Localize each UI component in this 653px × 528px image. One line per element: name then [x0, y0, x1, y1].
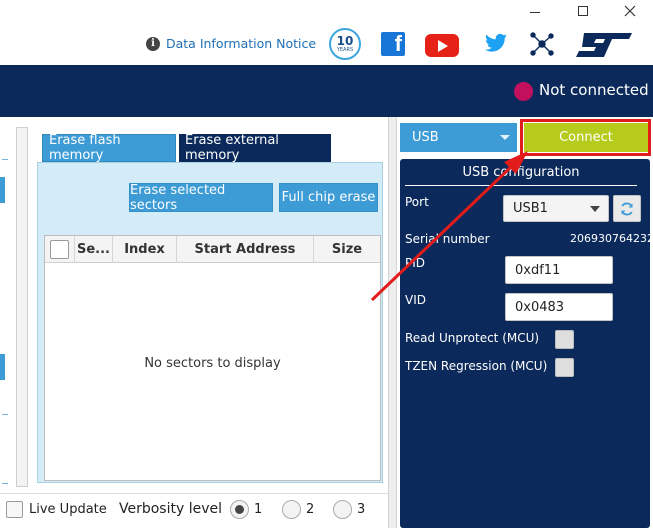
live-update-checkbox[interactable] — [6, 501, 23, 518]
serial-number-label: Serial number — [405, 232, 490, 246]
maximize-button[interactable] — [560, 0, 606, 22]
usb-configuration-title: USB configuration — [405, 164, 637, 186]
refresh-port-button[interactable] — [613, 195, 641, 222]
badge-sub: YEARS — [336, 47, 354, 53]
connection-status-bar: Not connected — [0, 65, 653, 117]
select-all-checkbox[interactable] — [50, 240, 69, 259]
column-header-index[interactable]: Index — [113, 236, 177, 263]
close-button[interactable] — [607, 0, 653, 22]
data-information-notice-link[interactable]: i Data Information Notice — [146, 36, 316, 51]
interface-select-value: USB — [412, 130, 439, 145]
empty-table-message: No sectors to display — [144, 356, 281, 371]
twitter-icon[interactable] — [484, 33, 508, 55]
verbosity-level-label: Verbosity level — [119, 501, 223, 517]
tzen-regression-checkbox[interactable] — [555, 358, 574, 377]
verbosity-radio-1-label: 1 — [254, 502, 263, 517]
community-network-icon[interactable] — [529, 31, 555, 57]
top-toolbar: i Data Information Notice 10 YEARS f — [0, 24, 653, 65]
tzen-regression-label: TZEN Regression (MCU) — [405, 359, 548, 373]
read-unprotect-checkbox[interactable] — [555, 330, 574, 349]
verbosity-radio-1[interactable] — [230, 500, 249, 519]
pid-input[interactable]: 0xdf11 — [505, 256, 613, 284]
minimize-icon — [530, 11, 540, 13]
connection-settings-panel: USB Connect USB configuration Port USB1 … — [397, 117, 653, 528]
verbosity-radio-3[interactable] — [333, 500, 352, 519]
log-options-bar: Live Update Verbosity level 1 2 3 — [0, 493, 388, 528]
vid-input[interactable]: 0x0483 — [505, 293, 613, 321]
chevron-down-icon — [590, 206, 600, 212]
tab-erase-flash-memory[interactable]: Erase flash memory — [42, 133, 176, 163]
chevron-down-icon — [500, 135, 510, 140]
connection-status-text: Not connected — [539, 81, 649, 99]
erase-content-area: Erase selected sectors Full chip erase S… — [37, 162, 383, 483]
erase-selected-sectors-button[interactable]: Erase selected sectors — [129, 183, 273, 213]
youtube-icon[interactable] — [425, 34, 459, 57]
badge-number: 10 — [336, 34, 354, 48]
close-icon — [624, 5, 636, 17]
left-scrollbar[interactable] — [16, 127, 28, 487]
serial-number-value: 206930764232 — [570, 232, 653, 245]
connect-button-highlight — [520, 119, 651, 156]
verbosity-radio-3-label: 3 — [357, 502, 366, 517]
st-logo-icon — [576, 33, 632, 57]
info-notice-label: Data Information Notice — [166, 36, 317, 51]
info-icon: i — [146, 36, 160, 51]
select-all-column — [45, 236, 75, 263]
left-strip-tick — [2, 159, 8, 160]
facebook-icon[interactable]: f — [381, 32, 405, 56]
port-label: Port — [405, 195, 429, 209]
full-chip-erase-button[interactable]: Full chip erase — [279, 183, 378, 212]
sectors-table: Se... Index Start Address Size No sector… — [44, 235, 381, 481]
left-strip-button-bottom[interactable] — [0, 354, 5, 380]
left-strip-tick — [2, 483, 8, 484]
erase-panel: Erase flash memory Erase external memory… — [34, 117, 388, 493]
live-update-label: Live Update — [29, 502, 107, 517]
maximize-icon — [578, 6, 588, 16]
sectors-table-header: Se... Index Start Address Size — [45, 236, 380, 263]
port-select-value: USB1 — [513, 201, 548, 216]
port-select[interactable]: USB1 — [503, 195, 609, 222]
usb-configuration-panel: USB configuration Port USB1 Serial numbe… — [400, 159, 653, 528]
refresh-icon — [621, 202, 633, 215]
left-strip-button-top[interactable] — [0, 177, 5, 203]
verbosity-radio-2[interactable] — [282, 500, 301, 519]
left-strip-tick — [2, 414, 8, 415]
title-bar — [0, 0, 653, 24]
panel-splitter[interactable] — [388, 117, 397, 528]
left-side-strip — [0, 117, 34, 528]
interface-select[interactable]: USB — [400, 123, 517, 152]
connection-status-dot — [514, 82, 533, 101]
vid-label: VID — [405, 293, 426, 307]
column-header-size[interactable]: Size — [314, 236, 380, 263]
tab-erase-external-memory[interactable]: Erase external memory — [179, 133, 331, 163]
verbosity-radio-2-label: 2 — [306, 502, 315, 517]
facebook-glyph: f — [394, 31, 402, 56]
read-unprotect-label: Read Unprotect (MCU) — [405, 331, 540, 345]
youtube-play-triangle — [438, 39, 448, 52]
minimize-button[interactable] — [512, 0, 558, 22]
column-header-selected[interactable]: Se... — [75, 236, 113, 263]
ten-years-badge-icon[interactable]: 10 YEARS — [329, 28, 361, 60]
pid-label: PID — [405, 256, 426, 270]
column-header-start-address[interactable]: Start Address — [177, 236, 314, 263]
